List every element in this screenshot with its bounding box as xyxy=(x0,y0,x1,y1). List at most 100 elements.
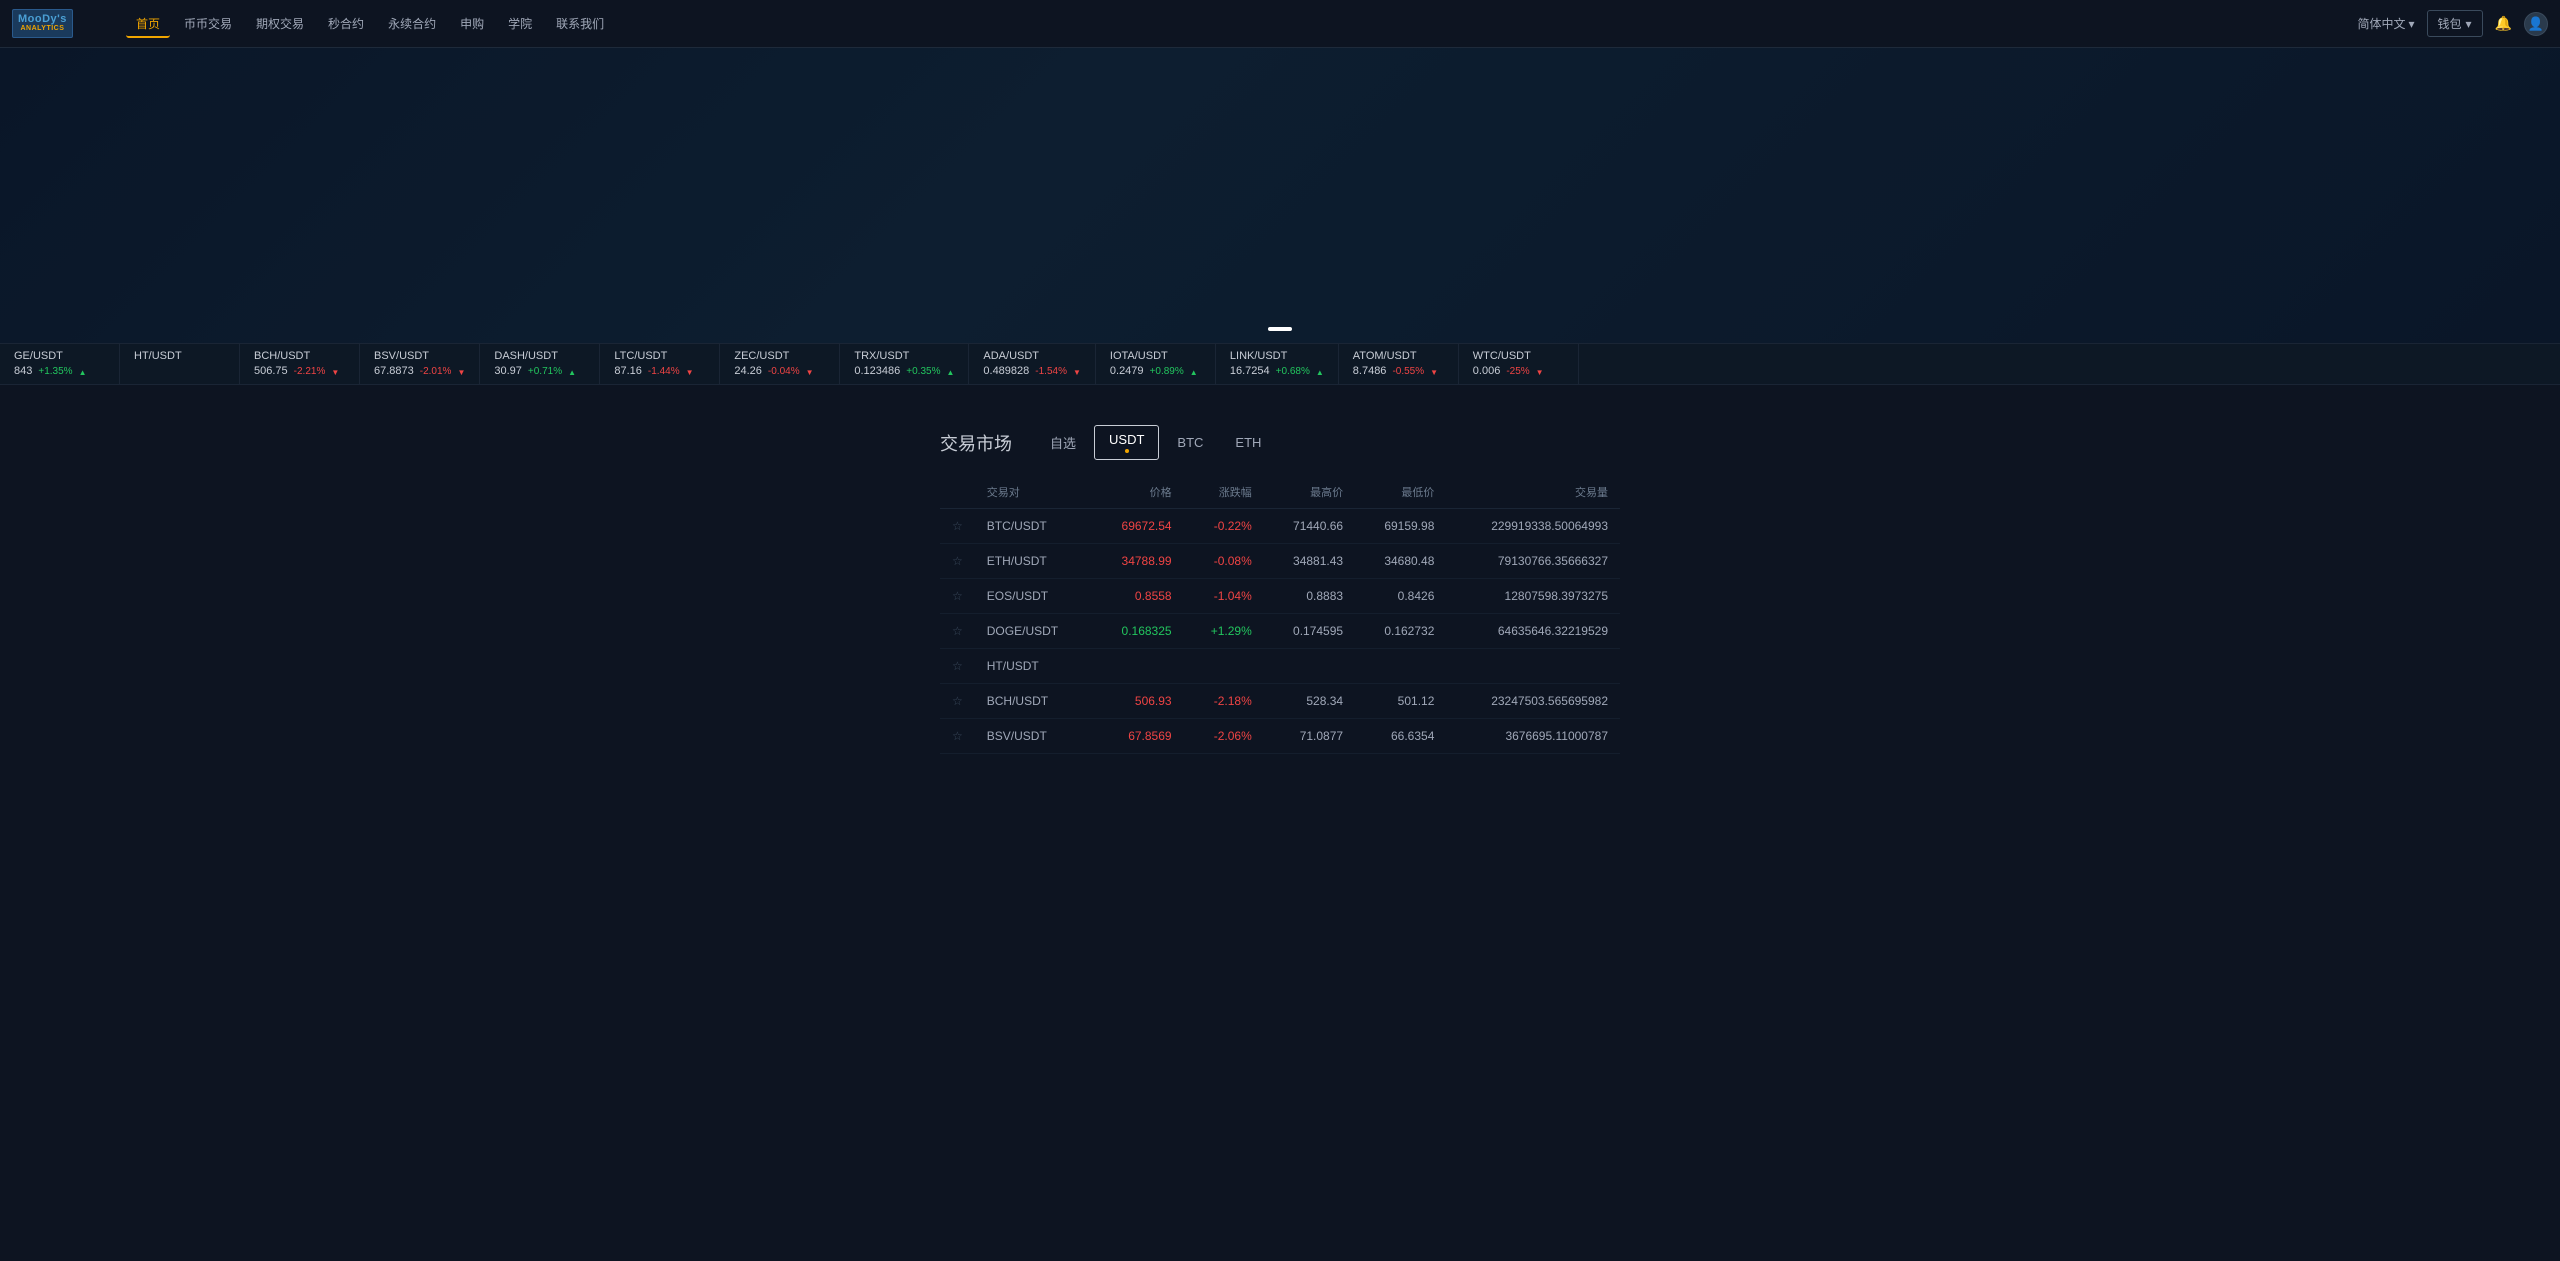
pair-cell: DOGE/USDT xyxy=(975,614,1093,649)
down-arrow-icon xyxy=(686,364,694,378)
ticker-change: -1.44% xyxy=(648,366,680,377)
ticker-LTC/USDT[interactable]: LTC/USDT87.16-1.44% xyxy=(600,344,720,384)
low-cell: 69159.98 xyxy=(1355,509,1446,544)
ticker-BSV/USDT[interactable]: BSV/USDT67.8873-2.01% xyxy=(360,344,480,384)
logo[interactable]: MooDy's ANALYTICS xyxy=(12,9,102,37)
market-tab-ETH[interactable]: ETH xyxy=(1221,429,1275,456)
header-right: 简体中文 ▾ 钱包 ▾ 🔔 👤 xyxy=(2357,10,2548,37)
th-pair: 交易对 xyxy=(975,476,1093,509)
price-cell: 67.8569 xyxy=(1092,719,1183,754)
ticker-price: 24.26 xyxy=(734,365,762,377)
market-tab-自选[interactable]: 自选 xyxy=(1036,427,1090,458)
pair-cell: EOS/USDT xyxy=(975,579,1093,614)
table-row[interactable]: ☆ETH/USDT34788.99-0.08%34881.4334680.487… xyxy=(940,544,1620,579)
ticker-bar: GE/USDT843+1.35%HT/USDTBCH/USDT506.75-2.… xyxy=(0,343,2560,385)
pair-cell: ETH/USDT xyxy=(975,544,1093,579)
nav: 首页币币交易期权交易秒合约永续合约申购学院联系我们 xyxy=(126,9,2357,38)
up-arrow-icon xyxy=(1190,364,1198,378)
nav-item-首页[interactable]: 首页 xyxy=(126,9,170,38)
ticker-pair-label: GE/USDT xyxy=(14,350,105,362)
ticker-IOTA/USDT[interactable]: IOTA/USDT 0.2479 +0.89% xyxy=(1096,344,1216,384)
nav-item-永续合约[interactable]: 永续合约 xyxy=(378,9,446,38)
high-cell: 0.174595 xyxy=(1264,614,1355,649)
logo-name: MooDy's xyxy=(18,13,67,25)
low-cell: 34680.48 xyxy=(1355,544,1446,579)
change-cell: -0.08% xyxy=(1184,544,1264,579)
main-content: 交易市场 自选USDTBTCETH 交易对 价格 涨跌幅 最高价 最低价 交易量… xyxy=(0,385,2560,794)
high-cell: 0.8883 xyxy=(1264,579,1355,614)
nav-item-币币交易[interactable]: 币币交易 xyxy=(174,9,242,38)
star-button[interactable]: ☆ xyxy=(940,684,975,719)
ticker-price: 843 xyxy=(14,365,32,377)
pair-cell: BCH/USDT xyxy=(975,684,1093,719)
price-cell: 506.93 xyxy=(1092,684,1183,719)
star-button[interactable]: ☆ xyxy=(940,579,975,614)
ticker-GE/USDT[interactable]: GE/USDT843+1.35% xyxy=(0,344,120,384)
down-arrow-icon xyxy=(1430,364,1438,378)
star-button[interactable]: ☆ xyxy=(940,719,975,754)
volume-cell: 79130766.35666327 xyxy=(1446,544,1620,579)
ticker-price: 0.2479 xyxy=(1110,365,1144,377)
ticker-change: +0.35% xyxy=(906,366,940,377)
ticker-price: 0.006 xyxy=(1473,365,1501,377)
ticker-change: -0.55% xyxy=(1392,366,1424,377)
change-cell: -2.06% xyxy=(1184,719,1264,754)
table-row[interactable]: ☆EOS/USDT0.8558-1.04%0.88830.84261280759… xyxy=(940,579,1620,614)
ticker-pair-label: DASH/USDT xyxy=(494,350,585,362)
nav-item-申购[interactable]: 申购 xyxy=(450,9,494,38)
price-cell xyxy=(1092,649,1183,684)
market-tabs: 自选USDTBTCETH xyxy=(1036,425,1275,460)
ticker-change: +0.68% xyxy=(1276,366,1310,377)
low-cell: 0.162732 xyxy=(1355,614,1446,649)
ticker-pair-label: ATOM/USDT xyxy=(1353,350,1444,362)
price-cell: 0.8558 xyxy=(1092,579,1183,614)
ticker-ATOM/USDT[interactable]: ATOM/USDT 8.7486 -0.55% xyxy=(1339,344,1459,384)
ticker-price: 8.7486 xyxy=(1353,365,1387,377)
ticker-BCH/USDT[interactable]: BCH/USDT506.75-2.21% xyxy=(240,344,360,384)
nav-item-学院[interactable]: 学院 xyxy=(498,9,542,38)
ticker-pair-label: LINK/USDT xyxy=(1230,350,1324,362)
language-selector[interactable]: 简体中文 ▾ xyxy=(2357,15,2414,32)
ticker-ZEC/USDT[interactable]: ZEC/USDT24.26-0.04% xyxy=(720,344,840,384)
table-header: 交易对 价格 涨跌幅 最高价 最低价 交易量 xyxy=(940,476,1620,509)
ticker-LINK/USDT[interactable]: LINK/USDT16.7254+0.68% xyxy=(1216,344,1339,384)
user-avatar[interactable]: 👤 xyxy=(2524,12,2548,36)
ticker-TRX/USDT[interactable]: TRX/USDT0.123486+0.35% xyxy=(840,344,969,384)
ticker-price: 87.16 xyxy=(614,365,642,377)
th-star xyxy=(940,476,975,509)
high-cell: 71.0877 xyxy=(1264,719,1355,754)
ticker-change: -2.01% xyxy=(420,366,452,377)
header: MooDy's ANALYTICS 首页币币交易期权交易秒合约永续合约申购学院联… xyxy=(0,0,2560,48)
ticker-DASH/USDT[interactable]: DASH/USDT30.97+0.71% xyxy=(480,344,600,384)
table-row[interactable]: ☆BTC/USDT69672.54-0.22%71440.6669159.982… xyxy=(940,509,1620,544)
wallet-button[interactable]: 钱包 ▾ xyxy=(2427,10,2483,37)
table-row[interactable]: ☆HT/USDT xyxy=(940,649,1620,684)
high-cell: 528.34 xyxy=(1264,684,1355,719)
star-button[interactable]: ☆ xyxy=(940,649,975,684)
market-tab-BTC[interactable]: BTC xyxy=(1163,429,1217,456)
table-row[interactable]: ☆BSV/USDT67.8569-2.06%71.087766.63543676… xyxy=(940,719,1620,754)
nav-item-秒合约[interactable]: 秒合约 xyxy=(318,9,374,38)
ticker-HT/USDT[interactable]: HT/USDT xyxy=(120,344,240,384)
star-button[interactable]: ☆ xyxy=(940,614,975,649)
volume-cell xyxy=(1446,649,1620,684)
th-change: 涨跌幅 xyxy=(1184,476,1264,509)
bell-icon[interactable]: 🔔 xyxy=(2495,15,2512,32)
market-tab-USDT[interactable]: USDT xyxy=(1094,425,1159,460)
ticker-ADA/USDT[interactable]: ADA/USDT0.489828-1.54% xyxy=(969,344,1096,384)
nav-item-期权交易[interactable]: 期权交易 xyxy=(246,9,314,38)
ticker-pair-label: IOTA/USDT xyxy=(1110,350,1201,362)
table-row[interactable]: ☆DOGE/USDT0.168325+1.29%0.1745950.162732… xyxy=(940,614,1620,649)
banner-indicator xyxy=(1268,327,1292,331)
star-button[interactable]: ☆ xyxy=(940,544,975,579)
market-title: 交易市场 xyxy=(940,430,1012,456)
ticker-change: -0.04% xyxy=(768,366,800,377)
star-button[interactable]: ☆ xyxy=(940,509,975,544)
down-arrow-icon xyxy=(806,364,814,378)
nav-item-联系我们[interactable]: 联系我们 xyxy=(546,9,614,38)
ticker-WTC/USDT[interactable]: WTC/USDT0.006-25% xyxy=(1459,344,1579,384)
table-row[interactable]: ☆BCH/USDT506.93-2.18%528.34501.122324750… xyxy=(940,684,1620,719)
ticker-change: +0.89% xyxy=(1150,366,1184,377)
th-low: 最低价 xyxy=(1355,476,1446,509)
ticker-pair-label: ADA/USDT xyxy=(983,350,1081,362)
